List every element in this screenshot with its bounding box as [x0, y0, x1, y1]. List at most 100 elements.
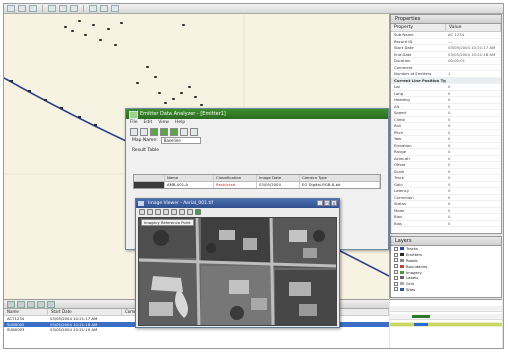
properties-list: Sub Name AC 1234 Record ID --- Start Date 03/…	[391, 32, 501, 227]
save-icon[interactable]	[29, 5, 37, 12]
run-icon[interactable]	[150, 128, 158, 136]
zoom-in-icon[interactable]	[48, 5, 56, 12]
emitter-point[interactable]	[200, 104, 203, 106]
first-record-icon[interactable]	[7, 300, 15, 308]
dialog-menubar: File Edit View Help	[126, 119, 388, 126]
property-value: 03/05/2004 10:21:18 AM	[448, 51, 496, 57]
main-toolbar	[4, 4, 503, 14]
property-row[interactable]: Bias 0	[391, 221, 501, 227]
col-swatch[interactable]	[134, 175, 165, 181]
zoom-out-icon[interactable]	[163, 209, 169, 215]
emitter-point[interactable]	[64, 26, 67, 28]
close-button[interactable]: ×	[331, 200, 337, 206]
hand-icon[interactable]	[147, 209, 153, 215]
select-icon[interactable]	[89, 5, 97, 12]
table-row[interactable]: AMB-001-A Restricted 03/05/2004 EO Digit…	[134, 182, 380, 188]
timeline-bar[interactable]	[414, 323, 428, 326]
next-record-icon[interactable]	[27, 300, 35, 308]
emitter-point[interactable]	[120, 22, 123, 24]
emitter-point[interactable]	[99, 39, 102, 41]
property-key: Number of Emitters	[394, 71, 432, 76]
property-column-header[interactable]: Property	[391, 24, 446, 31]
export-icon[interactable]	[170, 128, 178, 136]
window-buttons: _ □ ×	[317, 200, 337, 206]
zoom-box-icon[interactable]	[171, 209, 177, 215]
emitter-point[interactable]	[136, 82, 139, 84]
property-value: 0	[448, 214, 451, 219]
menu-file[interactable]: File	[130, 119, 138, 126]
last-record-icon[interactable]	[37, 300, 45, 308]
property-value: 0	[448, 103, 451, 109]
emitter-point[interactable]	[146, 66, 149, 68]
property-value: 0	[448, 175, 451, 180]
measure-icon[interactable]	[100, 5, 108, 12]
analyze-icon[interactable]	[160, 128, 168, 136]
layer-checkbox[interactable]	[394, 281, 398, 286]
timeline-bar[interactable]	[412, 315, 430, 318]
emitter-point[interactable]	[84, 34, 87, 36]
help-icon[interactable]	[190, 128, 198, 136]
rotate-icon[interactable]	[187, 209, 193, 215]
col-classification[interactable]: Classification	[214, 175, 257, 181]
map-name-field[interactable]: Baseline	[160, 137, 201, 144]
viewer-titlebar[interactable]: Image Viewer - Aerial_001.tif _ □ ×	[136, 199, 339, 208]
layer-checkbox[interactable]	[394, 246, 398, 251]
maximize-button[interactable]: □	[324, 200, 330, 206]
layer-swatch	[400, 276, 404, 280]
menu-help[interactable]: Help	[175, 119, 185, 126]
layer-item[interactable]: Sites	[391, 287, 501, 293]
layer-checkbox[interactable]	[394, 287, 398, 292]
layer-label: Imagery	[406, 269, 422, 275]
aerial-image[interactable]: Imagery Reference Point	[138, 217, 337, 326]
timeline-bar[interactable]	[390, 323, 502, 326]
check-icon[interactable]	[140, 128, 148, 136]
col-image-date[interactable]: Image Date	[257, 175, 300, 181]
filter-icon[interactable]	[47, 300, 55, 308]
col-camera-type[interactable]: Camera Type	[300, 175, 380, 181]
zoom-in-icon[interactable]	[155, 209, 161, 215]
layer-checkbox[interactable]	[394, 270, 398, 275]
layer-label: Grid	[406, 281, 414, 287]
emitter-point[interactable]	[114, 44, 117, 46]
emitter-point[interactable]	[92, 24, 95, 26]
layers-icon[interactable]	[111, 5, 119, 12]
property-value: 0	[448, 97, 451, 102]
emitter-point[interactable]	[172, 98, 175, 100]
minimize-button[interactable]: _	[317, 200, 323, 206]
property-key: Long	[394, 90, 404, 96]
col-name[interactable]: Name	[165, 175, 214, 181]
settings-icon[interactable]	[180, 128, 188, 136]
refresh-icon[interactable]	[195, 209, 201, 215]
emitter-point[interactable]	[107, 28, 110, 30]
emitter-point[interactable]	[154, 76, 157, 78]
fit-icon[interactable]	[179, 209, 185, 215]
layer-checkbox[interactable]	[394, 258, 398, 263]
pointer-icon[interactable]	[139, 209, 145, 215]
emitter-point[interactable]	[188, 86, 191, 88]
menu-edit[interactable]: Edit	[144, 119, 153, 126]
dialog-toolbar	[126, 126, 388, 136]
records-col-name[interactable]: Name	[4, 309, 48, 315]
new-icon[interactable]	[7, 5, 15, 12]
layer-checkbox[interactable]	[394, 275, 398, 280]
emitter-point[interactable]	[78, 20, 81, 22]
emitter-point[interactable]	[158, 92, 161, 94]
records-col-start[interactable]: Start Date	[48, 309, 122, 315]
emitter-point[interactable]	[164, 102, 167, 104]
pan-icon[interactable]	[70, 5, 78, 12]
zoom-out-icon[interactable]	[59, 5, 67, 12]
menu-view[interactable]: View	[158, 119, 169, 126]
dialog-titlebar[interactable]: Emitter Data Analyzer - [Emitter1]	[126, 109, 388, 119]
emitter-point[interactable]	[182, 24, 185, 26]
property-value: 0	[448, 116, 451, 122]
emitter-point[interactable]	[194, 96, 197, 98]
value-column-header[interactable]: Value	[446, 24, 501, 31]
new-icon[interactable]	[130, 128, 138, 136]
emitter-point[interactable]	[71, 30, 74, 32]
layer-checkbox[interactable]	[394, 264, 398, 269]
property-value: 0	[448, 207, 451, 213]
layer-checkbox[interactable]	[394, 252, 398, 257]
previous-record-icon[interactable]	[17, 300, 25, 308]
emitter-point[interactable]	[180, 92, 183, 94]
open-icon[interactable]	[18, 5, 26, 12]
